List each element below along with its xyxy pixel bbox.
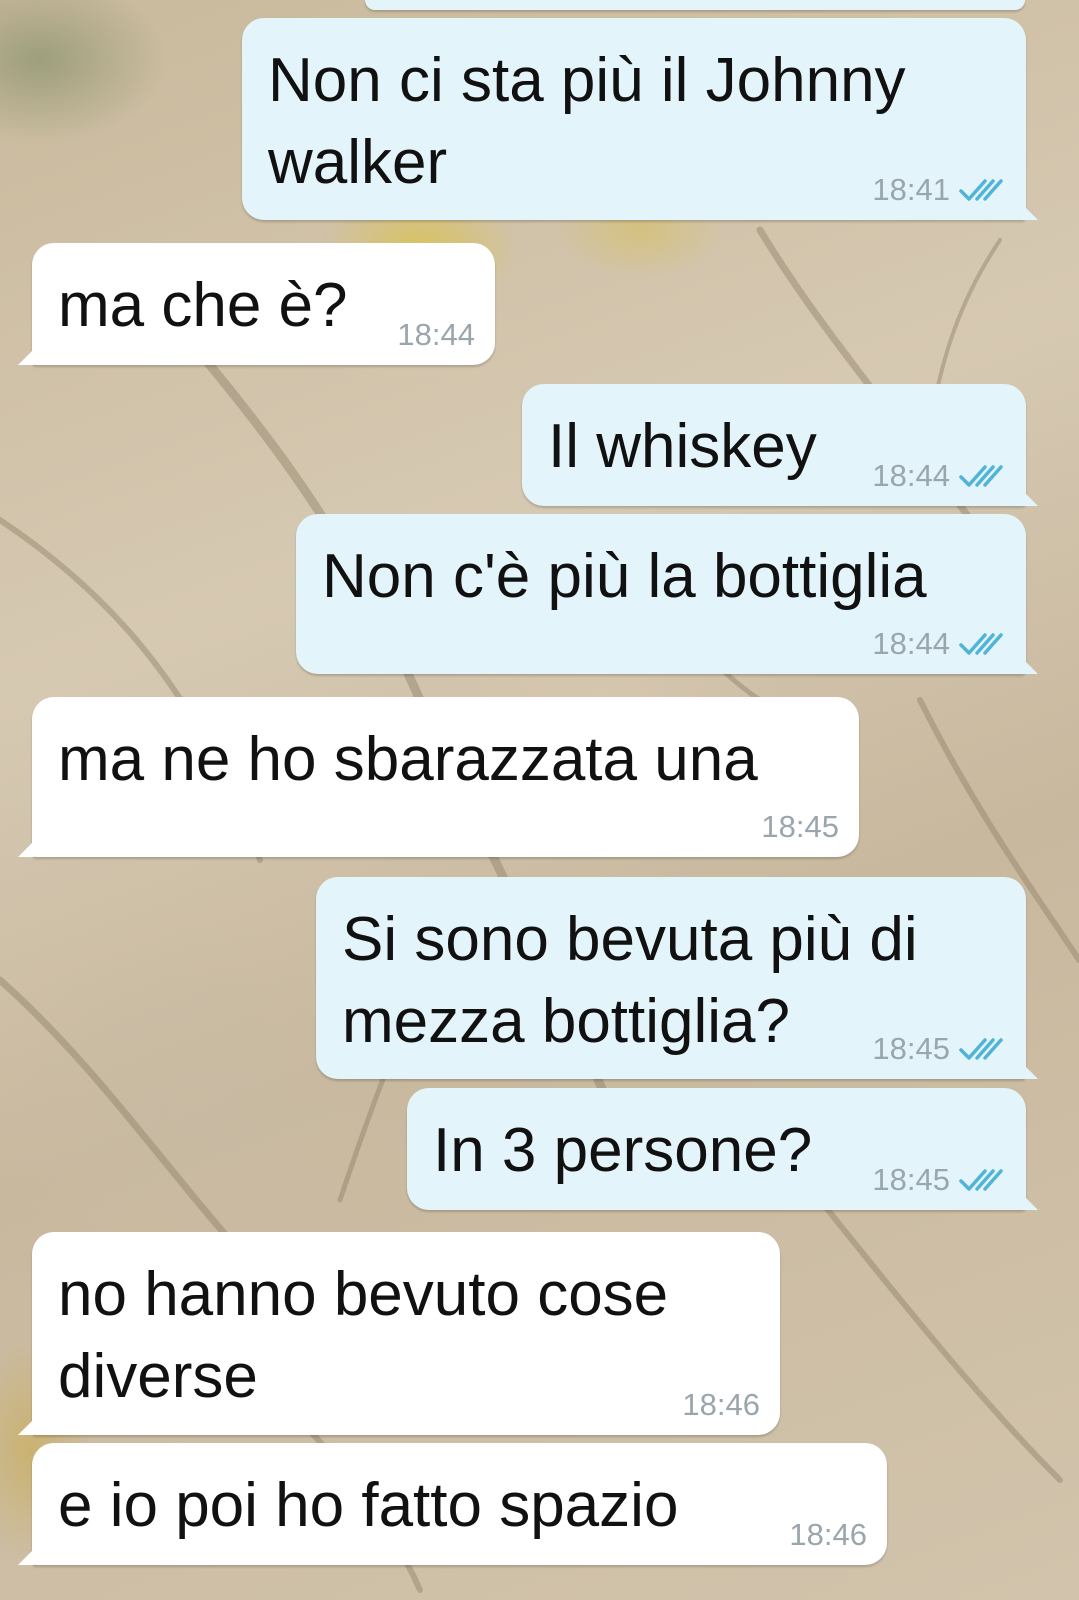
message-outgoing[interactable]: Non ci sta più il Johnny walker 18:41 xyxy=(242,18,1038,220)
message-time: 18:44 xyxy=(872,626,950,661)
message-meta: 18:46 xyxy=(682,1387,760,1423)
message-text: e io poi ho fatto spazio xyxy=(58,1471,679,1540)
message-time: 18:46 xyxy=(789,1517,867,1552)
message-time: 18:44 xyxy=(397,317,475,352)
message-time: 18:41 xyxy=(872,172,950,207)
message-meta: 18:45 xyxy=(872,1162,1006,1198)
message-meta: 18:44 xyxy=(872,626,1006,662)
previous-message-edge xyxy=(365,0,1025,10)
message-outgoing[interactable]: Il whiskey 18:44 xyxy=(522,384,1038,506)
message-outgoing[interactable]: Si sono bevuta più di mezza bottiglia? 1… xyxy=(316,877,1038,1079)
message-meta: 18:41 xyxy=(872,172,1006,208)
message-time: 18:45 xyxy=(761,809,839,844)
message-text: Non c'è più la bottiglia xyxy=(322,542,927,611)
message-time: 18:45 xyxy=(872,1031,950,1066)
message-incoming[interactable]: e io poi ho fatto spazio 18:46 xyxy=(18,1443,887,1565)
double-check-icon xyxy=(959,633,1003,655)
double-check-icon xyxy=(959,1169,1003,1191)
message-outgoing[interactable]: Non c'è più la bottiglia 18:44 xyxy=(296,514,1038,674)
double-check-icon xyxy=(959,179,1003,201)
message-outgoing[interactable]: In 3 persone? 18:45 xyxy=(407,1088,1038,1210)
message-incoming[interactable]: no hanno bevuto cose diverse 18:46 xyxy=(18,1232,780,1435)
message-meta: 18:44 xyxy=(397,317,475,353)
message-meta: 18:44 xyxy=(872,458,1006,494)
message-time: 18:45 xyxy=(872,1162,950,1197)
message-time: 18:46 xyxy=(682,1387,760,1422)
message-meta: 18:45 xyxy=(761,809,839,845)
message-incoming[interactable]: ma che è? 18:44 xyxy=(18,243,495,365)
message-meta: 18:46 xyxy=(789,1517,867,1553)
message-text: no hanno bevuto cose diverse xyxy=(58,1260,669,1411)
double-check-icon xyxy=(959,465,1003,487)
double-check-icon xyxy=(959,1038,1003,1060)
message-meta: 18:45 xyxy=(872,1031,1006,1067)
message-text: ma ne ho sbarazzata una xyxy=(58,725,758,794)
message-time: 18:44 xyxy=(872,458,950,493)
message-incoming[interactable]: ma ne ho sbarazzata una 18:45 xyxy=(18,697,859,857)
